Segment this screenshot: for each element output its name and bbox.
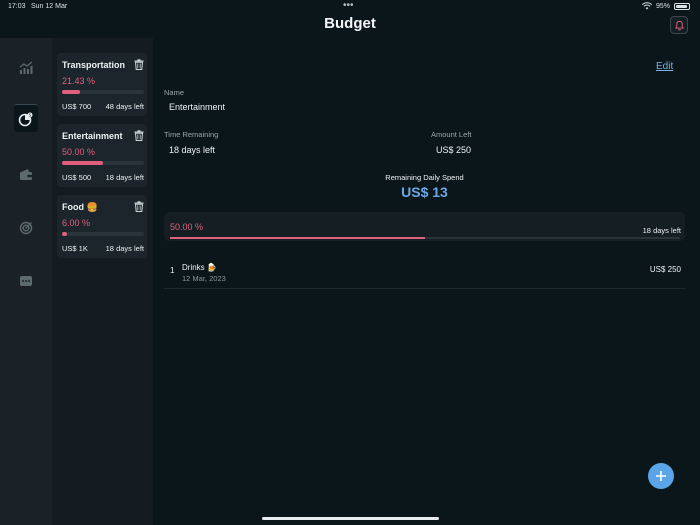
time-remaining-label: Time Remaining — [164, 130, 219, 139]
name-value: Entertainment — [169, 102, 226, 112]
notification-button[interactable] — [670, 16, 688, 34]
amount-left-label: Amount Left — [431, 130, 472, 139]
multitask-dots[interactable]: ••• — [343, 0, 354, 11]
trash-icon[interactable] — [134, 201, 144, 212]
budget-progress-bar — [62, 161, 144, 165]
status-time: 17:03 — [8, 3, 26, 10]
budget-icon: $ — [18, 112, 33, 126]
daily-spend-label: Remaining Daily Spend — [385, 173, 464, 182]
amount-left-value: US$ 250 — [436, 145, 472, 155]
budget-amount: US$ 700 — [62, 102, 92, 111]
budget-card-food[interactable]: Food 🍔 6.00 % US$ 1K 18 days left — [57, 195, 147, 258]
bell-icon — [674, 20, 684, 30]
transaction-date: 12 Mar, 2023 — [182, 274, 226, 283]
chart-icon — [19, 61, 33, 74]
budget-list: Transportation 21.43 % US$ 700 48 days l… — [52, 38, 153, 525]
svg-text:$: $ — [29, 112, 32, 117]
budget-percent: 6.00 % — [62, 218, 91, 228]
budget-amount: US$ 500 — [62, 173, 92, 182]
nav-rail: $ — [0, 38, 52, 525]
budget-progress-fill — [62, 90, 80, 94]
progress-days-left: 18 days left — [642, 226, 681, 235]
rail-item-budget[interactable]: $ — [14, 104, 38, 132]
add-transaction-button[interactable] — [648, 463, 674, 489]
trash-icon[interactable] — [134, 130, 144, 141]
wallet-icon — [20, 169, 32, 180]
budget-card-entertainment[interactable]: Entertainment 50.00 % US$ 500 18 days le… — [57, 124, 147, 187]
budget-name: Food 🍔 — [62, 202, 98, 212]
budget-name: Entertainment — [62, 131, 123, 141]
transaction-index: 1 — [170, 266, 175, 275]
rail-item-goals[interactable] — [14, 216, 38, 240]
budget-progress-fill — [62, 232, 67, 236]
more-icon — [20, 276, 32, 286]
budget-percent: 21.43 % — [62, 76, 96, 86]
budget-progress-bar — [62, 232, 144, 236]
budget-card-transportation[interactable]: Transportation 21.43 % US$ 700 48 days l… — [57, 53, 147, 116]
budget-amount: US$ 1K — [62, 244, 88, 253]
rail-item-statistics[interactable] — [14, 56, 38, 80]
progress-percent: 50.00 % — [170, 222, 204, 232]
name-label: Name — [164, 88, 185, 97]
budget-progress-bar — [62, 90, 144, 94]
rail-item-wallet[interactable] — [14, 163, 38, 187]
transaction-amount: US$ 250 — [649, 265, 681, 274]
budget-name: Transportation — [62, 60, 126, 70]
time-remaining-value: 18 days left — [169, 145, 216, 155]
transaction-row[interactable]: 1 Drinks 🍺 12 Mar, 2023 US$ 250 — [164, 258, 685, 289]
rail-item-more[interactable] — [14, 269, 38, 293]
edit-button[interactable]: Edit — [656, 61, 673, 72]
daily-spend-value: US$ 13 — [401, 184, 448, 200]
budget-days-left: 18 days left — [105, 173, 144, 182]
budget-days-left: 18 days left — [105, 244, 144, 253]
plus-icon — [656, 471, 666, 481]
status-bar: 17:03 Sun 12 Mar ••• 95% — [0, 0, 700, 14]
trash-icon[interactable] — [134, 59, 144, 70]
budget-progress-panel: 50.00 % 18 days left — [164, 212, 685, 241]
status-date: Sun 12 Mar — [31, 3, 68, 10]
target-icon — [19, 221, 33, 235]
budget-days-left: 48 days left — [105, 102, 144, 111]
battery-percent: 95% — [655, 2, 670, 10]
progress-bar — [170, 237, 680, 239]
budget-progress-fill — [62, 161, 103, 165]
page-title: Budget — [324, 15, 376, 32]
battery-icon — [674, 2, 690, 10]
budget-percent: 50.00 % — [62, 147, 96, 157]
home-indicator[interactable] — [262, 517, 439, 520]
progress-fill — [170, 237, 425, 239]
wifi-icon — [641, 2, 652, 10]
transaction-name: Drinks 🍺 — [182, 263, 217, 272]
